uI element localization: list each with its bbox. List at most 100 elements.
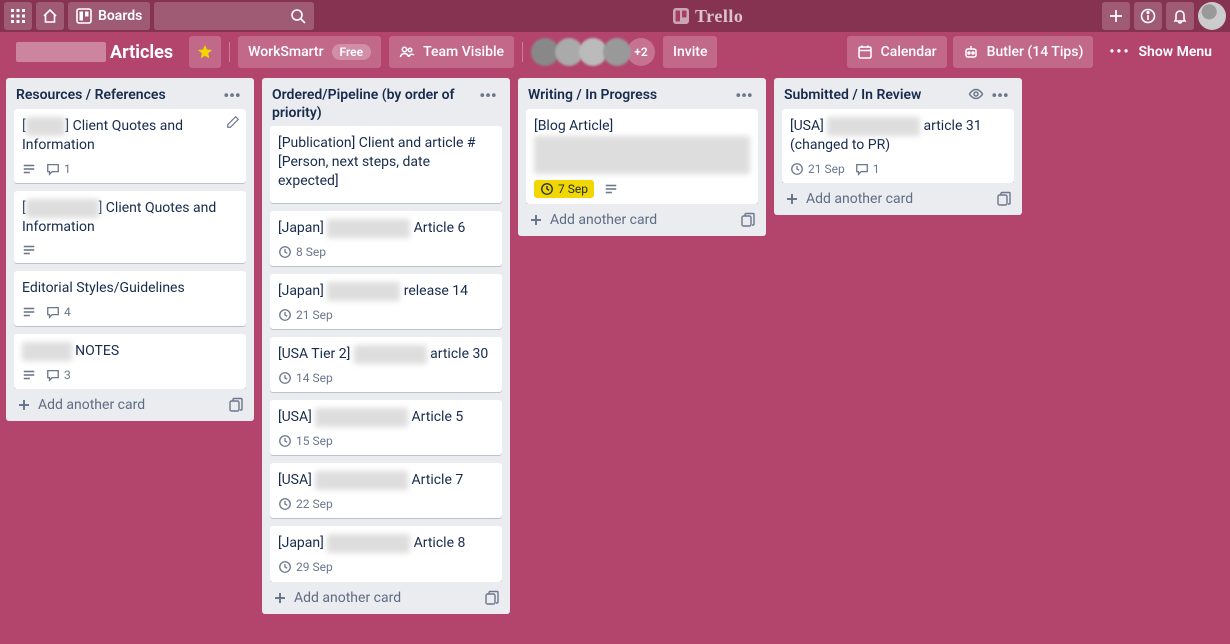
card-badges: 21 Sep xyxy=(278,307,494,323)
card[interactable]: █████ NOTES 3 xyxy=(14,334,246,389)
clock-icon xyxy=(278,308,292,322)
card-title: [USA] ████ █████ article 31 (changed to … xyxy=(790,117,1006,155)
clock-icon xyxy=(540,182,554,196)
add-card-button[interactable]: Add another card xyxy=(774,183,1022,215)
card-title: [USA] ████ █████ Article 7 xyxy=(278,471,494,490)
home-button[interactable] xyxy=(36,2,64,30)
card[interactable]: [USA Tier 2] ███ ████ article 3014 Sep xyxy=(270,337,502,392)
card[interactable]: [Publication] Client and article # [Pers… xyxy=(270,126,502,203)
add-card-button[interactable]: Add another card xyxy=(518,204,766,236)
info-button[interactable] xyxy=(1134,2,1162,30)
description-badge xyxy=(22,162,36,176)
description-icon xyxy=(604,182,618,196)
card-badges: 22 Sep xyxy=(278,496,494,512)
card-title: [Japan] ████ ███ release 14 xyxy=(278,282,494,301)
logo-text: Trello xyxy=(695,6,743,27)
comment-icon xyxy=(855,162,869,176)
template-icon xyxy=(996,191,1012,207)
member-overflow[interactable]: +2 xyxy=(627,38,655,66)
card-badges: 21 Sep1 xyxy=(790,161,1006,177)
list-menu-button[interactable]: ••• xyxy=(988,86,1012,105)
template-icon xyxy=(740,212,756,228)
member-stack[interactable]: +2 xyxy=(531,38,655,66)
apps-button[interactable] xyxy=(4,2,32,30)
notifications-button[interactable] xyxy=(1166,2,1194,30)
card-title: █████ NOTES xyxy=(22,342,238,361)
card[interactable]: [Blog Article] ██████ ███████ ████████ █… xyxy=(526,109,758,204)
apps-icon xyxy=(10,8,26,24)
list-header: Resources / References••• xyxy=(6,78,254,109)
plus-icon xyxy=(1108,8,1124,24)
card-title: [Publication] Client and article # [Pers… xyxy=(278,134,494,191)
bell-icon xyxy=(1172,8,1188,24)
boards-button[interactable]: Boards xyxy=(68,2,150,30)
boards-label: Boards xyxy=(98,8,142,24)
list-title[interactable]: Submitted / In Review xyxy=(784,86,964,104)
card-title: Editorial Styles/Guidelines xyxy=(22,279,238,298)
butler-icon xyxy=(963,44,979,60)
due-badge: 8 Sep xyxy=(278,244,326,260)
card-template-button[interactable] xyxy=(996,191,1012,207)
trello-logo-icon xyxy=(673,8,689,24)
list-menu-button[interactable]: ••• xyxy=(476,86,500,105)
comments-badge: 1 xyxy=(46,161,71,177)
add-card-button[interactable]: Add another card xyxy=(6,389,254,421)
star-button[interactable] xyxy=(189,36,221,68)
card[interactable]: [Japan] ████ ████ Article 8 29 Sep xyxy=(270,526,502,581)
card[interactable]: Editorial Styles/Guidelines 4 xyxy=(14,271,246,326)
card[interactable]: [████ ███] Client Quotes and Information xyxy=(14,191,246,263)
card-title: [████ ███] Client Quotes and Information xyxy=(22,199,238,237)
comment-icon xyxy=(46,162,60,176)
board-title[interactable]: Articles xyxy=(8,42,181,63)
description-badge xyxy=(22,368,36,382)
card-badges: 14 Sep xyxy=(278,370,494,386)
card[interactable]: [USA] ████ █████ Article 7 22 Sep xyxy=(270,463,502,518)
create-button[interactable] xyxy=(1102,2,1130,30)
pencil-icon xyxy=(226,115,240,129)
card[interactable]: [Japan] ████ ████ Article 68 Sep xyxy=(270,211,502,266)
template-icon xyxy=(484,590,500,606)
list-title[interactable]: Writing / In Progress xyxy=(528,86,728,104)
list-header: Ordered/Pipeline (by order of priority)•… xyxy=(262,78,510,126)
workspace-chip[interactable]: WorkSmartr Free xyxy=(238,36,381,68)
info-icon xyxy=(1140,8,1156,24)
show-menu-button[interactable]: ••• Show Menu xyxy=(1099,36,1222,68)
invite-button[interactable]: Invite xyxy=(663,36,717,68)
list-menu-button[interactable]: ••• xyxy=(732,86,756,105)
card-template-button[interactable] xyxy=(484,590,500,606)
description-icon xyxy=(22,162,36,176)
add-card-button[interactable]: Add another card xyxy=(262,582,510,614)
edit-card-button[interactable] xyxy=(226,115,240,129)
card[interactable]: [████] Client Quotes and Information 1 xyxy=(14,109,246,183)
card[interactable]: [USA] ████ █████ article 31 (changed to … xyxy=(782,109,1014,183)
calendar-icon xyxy=(857,44,873,60)
list-title[interactable]: Resources / References xyxy=(16,86,216,104)
clock-icon xyxy=(278,371,292,385)
logo[interactable]: Trello xyxy=(318,6,1098,27)
visibility-chip[interactable]: Team Visible xyxy=(389,36,514,68)
comments-badge: 4 xyxy=(46,304,71,320)
card-badges: 29 Sep xyxy=(278,559,494,575)
member-avatar[interactable] xyxy=(603,38,631,66)
team-icon xyxy=(399,44,415,60)
card-badges xyxy=(22,243,238,257)
card[interactable]: [USA] ████ █████ Article 515 Sep xyxy=(270,400,502,455)
board-canvas: Resources / References•••[████] Client Q… xyxy=(0,72,1230,644)
card-template-button[interactable] xyxy=(740,212,756,228)
calendar-button[interactable]: Calendar xyxy=(847,36,947,68)
list-title[interactable]: Ordered/Pipeline (by order of priority) xyxy=(272,86,472,122)
card-title: [████] Client Quotes and Information xyxy=(22,117,238,155)
card-template-button[interactable] xyxy=(228,397,244,413)
card[interactable]: [Japan] ████ ███ release 14 21 Sep xyxy=(270,274,502,329)
eye-icon xyxy=(968,86,984,102)
comments-badge: 3 xyxy=(46,367,71,383)
global-header: Boards Trello xyxy=(0,0,1230,32)
card-badges: 15 Sep xyxy=(278,433,494,449)
description-badge xyxy=(604,182,618,196)
user-avatar[interactable] xyxy=(1198,2,1226,30)
card-title: [Japan] ████ ████ Article 8 xyxy=(278,534,494,553)
due-badge: 7 Sep xyxy=(534,180,594,198)
butler-button[interactable]: Butler (14 Tips) xyxy=(953,36,1094,68)
list-menu-button[interactable]: ••• xyxy=(220,86,244,105)
search-input[interactable] xyxy=(154,2,314,30)
